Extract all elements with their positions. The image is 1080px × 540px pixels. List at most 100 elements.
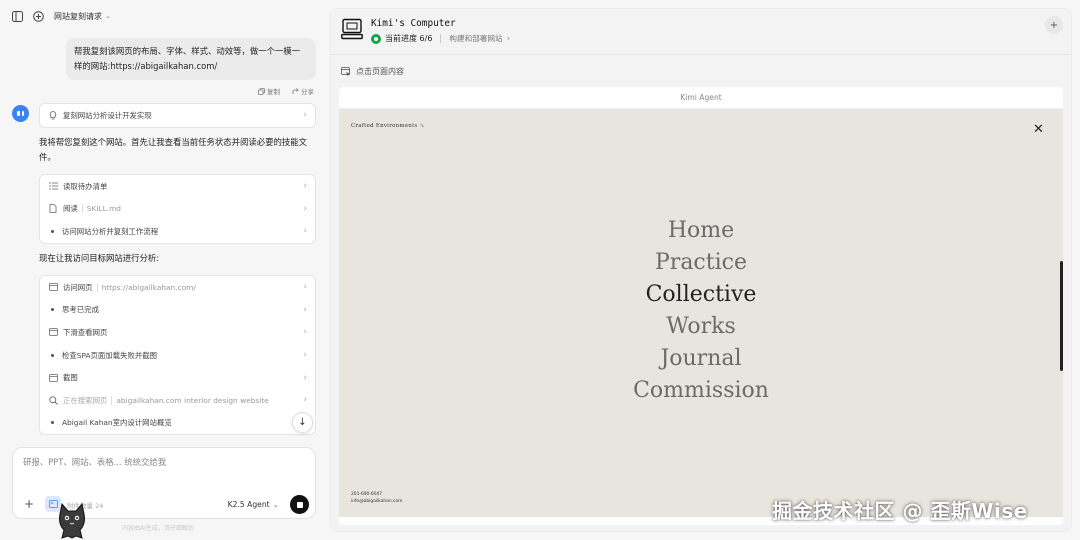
step-label: 访问网站分析并复刻工作流程 — [62, 226, 159, 236]
nav-link-collective[interactable]: Collective — [646, 279, 757, 311]
model-selector[interactable]: K2.5 Agent ⌄ — [228, 500, 279, 509]
chevron-right-icon: › — [303, 110, 307, 121]
copy-button[interactable]: 复制 — [258, 86, 280, 96]
site-email[interactable]: info@abigailkahan.com — [351, 498, 402, 505]
nav-link-journal[interactable]: Journal — [660, 343, 741, 375]
task-card[interactable]: 复刻网站分析设计开发实现 › — [39, 103, 316, 128]
divider — [331, 54, 1071, 55]
share-icon — [292, 87, 299, 94]
site-brand[interactable]: Crafted Environments ↘ — [351, 123, 424, 129]
new-chat-icon[interactable] — [33, 10, 44, 22]
share-button[interactable]: 分享 — [292, 86, 314, 96]
assistant-text: 现在让我访问目标网站进行分析: — [39, 253, 160, 263]
step-label: 下滑查看网页 — [63, 327, 108, 337]
step-row[interactable]: 阅读 SKILL.md › — [40, 198, 315, 221]
add-button[interactable]: + — [21, 496, 37, 512]
bullet-dot — [51, 229, 54, 233]
step-row[interactable]: 访问网页 https://abigailkahan.com/ › — [40, 276, 315, 299]
nav-link-practice[interactable]: Practice — [655, 247, 747, 279]
watermark: 掘金技术社区 @ 歪斯Wise — [772, 499, 1028, 523]
nav-link-commission[interactable]: Commission — [633, 375, 769, 407]
user-message: 帮我复刻该网页的布局、字体、样式、动效等，做一个一模一样的网站:https://… — [66, 38, 316, 80]
message-actions: 复制 分享 — [258, 86, 314, 96]
step-label: 正在搜索网页 — [63, 395, 108, 405]
step-row[interactable]: 下滑查看网页 › — [40, 321, 315, 344]
chevron-down-icon: ⌄ — [272, 500, 279, 509]
step-row[interactable]: 读取待办清单 › — [40, 175, 315, 198]
website-preview[interactable]: Crafted Environments ↘ ✕ Home Practice C… — [339, 109, 1063, 517]
nav-link-home[interactable]: Home — [668, 215, 734, 247]
copy-label: 复制 — [267, 88, 280, 96]
separator — [440, 34, 442, 43]
browser-icon — [48, 283, 58, 292]
steps-card-1: 读取待办清单 › 阅读 SKILL.md › 访问网站分析并复刻工作流程 › — [39, 174, 316, 244]
expand-button[interactable]: + — [1045, 16, 1063, 34]
copy-icon — [258, 87, 265, 95]
chat-title[interactable]: 网站复刻请求 ⌄ — [54, 11, 111, 22]
task-card-row[interactable]: 复刻网站分析设计开发实现 › — [40, 104, 315, 127]
step-row[interactable]: 思考已完成 › — [40, 299, 315, 322]
step-label: 截图 — [63, 373, 78, 383]
step-row[interactable]: 截图 › — [40, 366, 315, 389]
chevron-right-icon: › — [303, 350, 307, 361]
chat-input-placeholder: 研报、PPT、网站、表格... 统统交给我 — [23, 457, 167, 467]
checklist-icon — [48, 182, 58, 190]
stop-button[interactable] — [290, 495, 309, 514]
step-label: 检查SPA页面加载失败并截图 — [62, 350, 158, 360]
steps-card-2: 访问网页 https://abigailkahan.com/ › 思考已完成 ›… — [39, 275, 316, 435]
search-icon — [48, 396, 58, 405]
stop-icon — [296, 501, 303, 508]
chevron-right-icon: › — [506, 33, 511, 44]
model-name: K2.5 Agent — [227, 500, 270, 509]
bullet-dot — [51, 353, 54, 357]
chevron-right-icon: › — [303, 395, 307, 406]
chat-topbar: 网站复刻请求 ⌄ — [12, 8, 111, 24]
computer-icon — [341, 18, 363, 40]
progress-text: 当前进度 6/6 — [385, 34, 433, 43]
step-label: Abigail Kahan室内设计网站概览 — [62, 418, 172, 428]
chevron-right-icon: › — [303, 372, 307, 383]
site-close-button[interactable]: ✕ — [1033, 123, 1044, 136]
computer-title: Kimi's Computer — [371, 18, 456, 29]
step-label: 阅读 — [63, 204, 78, 214]
disclaimer: 内容由AI生成，请仔细甄别 — [122, 525, 194, 532]
computer-panel: Kimi's Computer 当前进度 6/6 构建和部署网站 › + 点击页… — [330, 8, 1072, 532]
site-brand-text: Crafted Environments — [351, 123, 418, 129]
click-hint: 点击页面内容 — [341, 66, 404, 77]
chevron-right-icon: › — [303, 181, 307, 192]
step-label: 读取待办清单 — [63, 181, 108, 191]
step-row[interactable]: 检查SPA页面加载失败并截图 › — [40, 344, 315, 367]
site-nav: Home Practice Collective Works Journal C… — [339, 215, 1063, 407]
computer-header: Kimi's Computer 当前进度 6/6 构建和部署网站 › — [341, 18, 510, 44]
step-row[interactable]: Abigail Kahan室内设计网站概览 — [40, 412, 315, 434]
step-label: 访问网页 — [63, 282, 93, 292]
site-phone[interactable]: 201-690-6047 — [351, 491, 402, 498]
chevron-down-icon: ⌄ — [105, 12, 111, 20]
step-sub: abigailkahan.com interior design website — [111, 395, 269, 405]
assistant-text: 我将帮您复刻这个网站。首先让我查看当前任务状态并阅读必要的技能文件。 — [39, 137, 307, 162]
arrow-down-icon: ↓ — [298, 417, 307, 428]
chat-panel: 网站复刻请求 ⌄ 帮我复刻该网页的布局、字体、样式、动效等，做一个一模一样的网站… — [0, 0, 326, 540]
sidebar-toggle-icon[interactable] — [12, 10, 23, 22]
step-label: 思考已完成 — [62, 305, 99, 315]
chevron-right-icon: › — [303, 327, 307, 338]
step-row[interactable]: 访问网站分析并复刻工作流程 › — [40, 220, 315, 243]
status-dot-icon — [371, 33, 381, 44]
nav-link-works[interactable]: Works — [666, 311, 736, 343]
current-task[interactable]: 构建和部署网站 — [449, 33, 502, 44]
plus-icon: + — [1049, 19, 1059, 31]
click-hint-text: 点击页面内容 — [356, 67, 404, 76]
browser-window: Kimi Agent Crafted Environments ↘ ✕ Home… — [339, 87, 1063, 525]
scroll-to-bottom-button[interactable]: ↓ — [292, 412, 313, 433]
bulb-icon — [48, 110, 58, 120]
chevron-right-icon: › — [303, 282, 307, 293]
share-label: 分享 — [301, 88, 314, 96]
task-card-label: 复刻网站分析设计开发实现 — [63, 110, 152, 120]
site-brand-arrow-icon: ↘ — [419, 123, 425, 129]
site-scrollbar[interactable] — [1060, 261, 1063, 371]
chat-title-text: 网站复刻请求 — [54, 11, 102, 21]
step-row[interactable]: 正在搜索网页 abigailkahan.com interior design … — [40, 389, 315, 412]
kimi-avatar-icon — [12, 105, 29, 122]
progress-line: 当前进度 6/6 构建和部署网站 › — [371, 33, 510, 44]
cat-sticker-icon — [59, 502, 85, 539]
